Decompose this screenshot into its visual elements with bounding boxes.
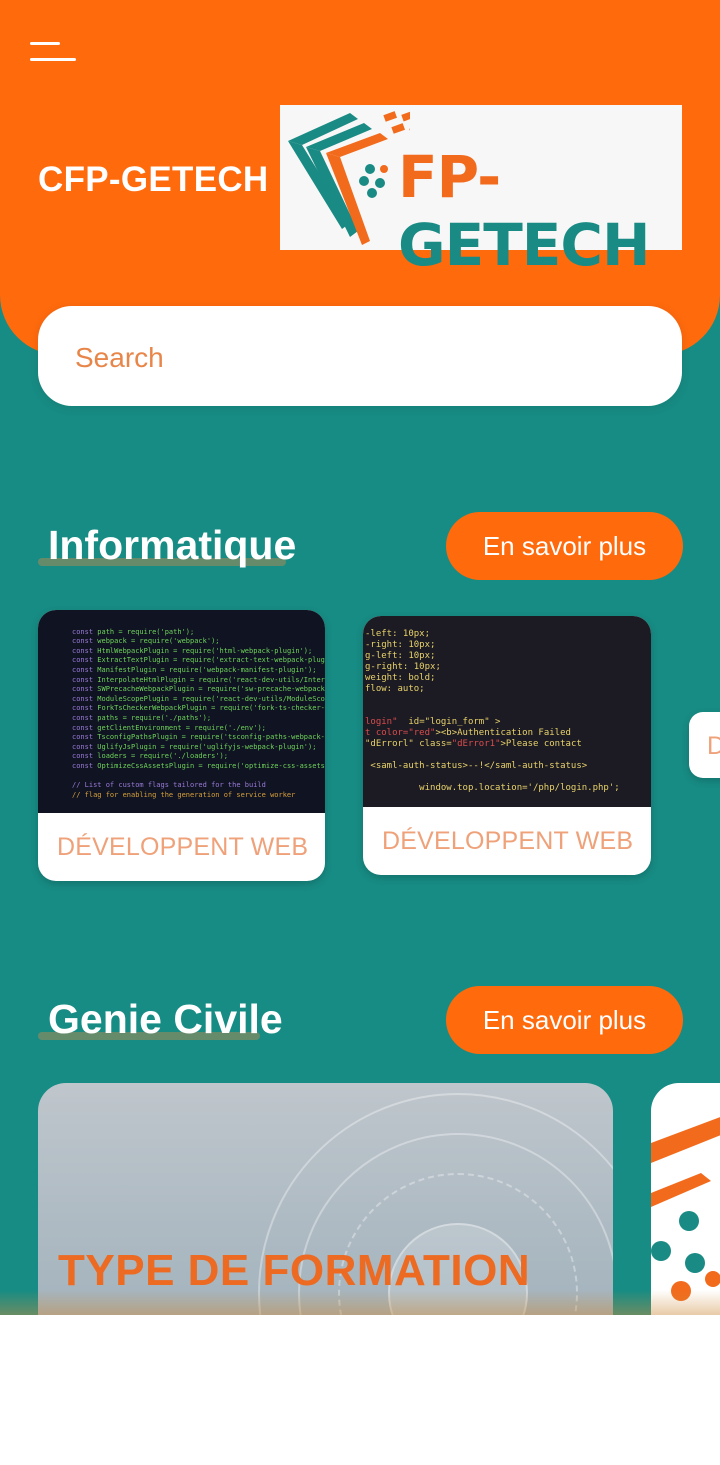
formation-type-card[interactable]: TYPE DE FORMATION — [38, 1083, 613, 1315]
course-card-web-1[interactable]: const path = require('path'); const webp… — [38, 610, 325, 881]
code-screenshot-image: -left: 10px; -right: 10px; g-left: 10px;… — [363, 616, 651, 807]
course-card-web-2[interactable]: -left: 10px; -right: 10px; g-left: 10px;… — [363, 616, 651, 875]
search-bar[interactable] — [38, 306, 682, 406]
card-label: DÉVELOPPENT WEB — [382, 827, 634, 855]
genie-civile-more-button[interactable]: En savoir plus — [446, 986, 683, 1054]
code-screenshot-image: const path = require('path'); const webp… — [38, 610, 325, 813]
section-title-genie-civile: Genie Civile — [48, 996, 283, 1042]
search-input[interactable] — [75, 338, 635, 378]
hamburger-menu-icon[interactable] — [28, 40, 78, 66]
menu-line-bottom — [30, 58, 76, 61]
formation-card-peek[interactable] — [651, 1083, 720, 1315]
logo-mark-icon — [288, 111, 410, 245]
informatique-more-button[interactable]: En savoir plus — [446, 512, 683, 580]
header: CFP-GETECH FP-GETECH — [0, 0, 720, 355]
section-title-informatique: Informatique — [48, 522, 297, 568]
formation-type-title: TYPE DE FORMATION — [58, 1246, 531, 1295]
bottom-fade — [0, 1290, 720, 1315]
brand-title: CFP-GETECH — [38, 160, 269, 199]
menu-line-top — [30, 42, 60, 45]
logo-text: FP-GETECH — [398, 143, 651, 279]
card-label: DÉVELOPPENT WEB — [57, 833, 309, 861]
course-card-peek[interactable]: D — [689, 712, 720, 778]
logo-mark-icon — [651, 1117, 720, 1301]
app-screen: CFP-GETECH FP-GETECH Search Informatique… — [0, 0, 720, 1315]
card-label: D — [707, 732, 720, 760]
cfp-getech-logo: FP-GETECH — [280, 105, 682, 279]
